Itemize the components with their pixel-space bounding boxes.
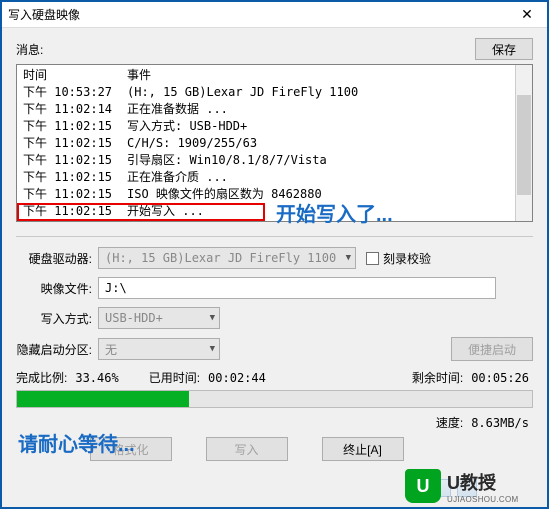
stop-button[interactable]: 终止[A] xyxy=(322,437,404,461)
log-row: 下午 11:02:15C/H/S: 1909/255/63 xyxy=(17,135,515,152)
close-button[interactable]: ✕ xyxy=(513,5,541,25)
logo-title: U教授 xyxy=(447,469,518,495)
image-path-field[interactable]: J:\ xyxy=(98,277,496,299)
watermark-logo: U U教授 UJIAOSHOU.COM xyxy=(405,467,545,505)
message-label: 消息: xyxy=(16,41,43,58)
hidden-part-label: 隐藏启动分区: xyxy=(16,341,98,358)
image-row: 映像文件: J:\ xyxy=(16,277,533,299)
burn-verify-checkbox[interactable]: 刻录校验 xyxy=(366,250,431,267)
log-row: 下午 11:02:14正在准备数据 ... xyxy=(17,101,515,118)
log-row: 下午 11:02:15引导扇区: Win10/8.1/8/7/Vista xyxy=(17,152,515,169)
drive-label: 硬盘驱动器: xyxy=(16,250,98,267)
close-icon: ✕ xyxy=(521,6,533,23)
col-event: 事件 xyxy=(127,67,515,84)
chevron-down-icon: ▼ xyxy=(210,313,215,323)
annotation-start-write: 开始写入了... xyxy=(276,198,393,227)
logo-subtitle: UJIAOSHOU.COM xyxy=(447,495,518,504)
log-header: 时间 事件 xyxy=(17,67,515,84)
remain-value: 00:05:26 xyxy=(471,371,529,385)
message-row: 消息: 保存 xyxy=(16,38,533,60)
image-label: 映像文件: xyxy=(16,280,98,297)
write-mode-row: 写入方式: USB-HDD+ ▼ xyxy=(16,307,533,329)
log-row: 下午 11:02:15ISO 映像文件的扇区数为 8462880 xyxy=(17,186,515,203)
log-content: 时间 事件 下午 10:53:27(H:, 15 GB)Lexar JD Fir… xyxy=(17,65,515,221)
done-value: 33.46% xyxy=(75,371,118,385)
write-mode-select[interactable]: USB-HDD+ ▼ xyxy=(98,307,220,329)
remain-label: 剩余时间: xyxy=(412,369,463,386)
scroll-thumb[interactable] xyxy=(517,95,531,195)
stats-row: 完成比例: 33.46% 已用时间: 00:02:44 剩余时间: 00:05:… xyxy=(16,369,533,386)
dialog-body: 消息: 保存 时间 事件 下午 10:53:27(H:, 15 GB)Lexar… xyxy=(2,28,547,469)
elapsed-value: 00:02:44 xyxy=(208,371,266,385)
elapsed-label: 已用时间: xyxy=(149,369,200,386)
log-listbox[interactable]: 时间 事件 下午 10:53:27(H:, 15 GB)Lexar JD Fir… xyxy=(16,64,533,222)
save-button[interactable]: 保存 xyxy=(475,38,533,60)
drive-select[interactable]: (H:, 15 GB)Lexar JD FireFly 1100 ▼ xyxy=(98,247,356,269)
chevron-down-icon: ▼ xyxy=(210,344,215,354)
progress-fill xyxy=(17,391,189,407)
window-title: 写入硬盘映像 xyxy=(8,6,80,23)
col-time: 时间 xyxy=(17,67,127,84)
speed-value: 8.63MB/s xyxy=(471,416,529,430)
divider xyxy=(16,236,533,237)
checkbox-icon xyxy=(366,252,379,265)
write-mode-label: 写入方式: xyxy=(16,310,98,327)
scrollbar[interactable] xyxy=(515,65,532,221)
hidden-part-select[interactable]: 无 ▼ xyxy=(98,338,220,360)
log-row: 下午 11:02:15写入方式: USB-HDD+ xyxy=(17,118,515,135)
log-row: 下午 11:02:15开始写入 ... xyxy=(17,203,515,220)
shield-icon: U xyxy=(405,469,441,503)
title-bar: 写入硬盘映像 ✕ xyxy=(2,2,547,28)
write-button: 写入 xyxy=(206,437,288,461)
log-row: 下午 10:53:27(H:, 15 GB)Lexar JD FireFly 1… xyxy=(17,84,515,101)
done-label: 完成比例: xyxy=(16,369,67,386)
drive-row: 硬盘驱动器: (H:, 15 GB)Lexar JD FireFly 1100 … xyxy=(16,247,533,269)
portable-boot-button: 便捷启动 xyxy=(451,337,533,361)
chevron-down-icon: ▼ xyxy=(346,253,351,263)
log-row: 下午 11:02:15正在准备介质 ... xyxy=(17,169,515,186)
progress-bar xyxy=(16,390,533,408)
dialog-window: 写入硬盘映像 ✕ 消息: 保存 时间 事件 下午 10:53:27(H:, 15… xyxy=(0,0,549,509)
hidden-part-row: 隐藏启动分区: 无 ▼ 便捷启动 xyxy=(16,337,533,361)
annotation-wait: 请耐心等待... xyxy=(18,428,135,457)
speed-label: 速度: xyxy=(436,414,463,431)
